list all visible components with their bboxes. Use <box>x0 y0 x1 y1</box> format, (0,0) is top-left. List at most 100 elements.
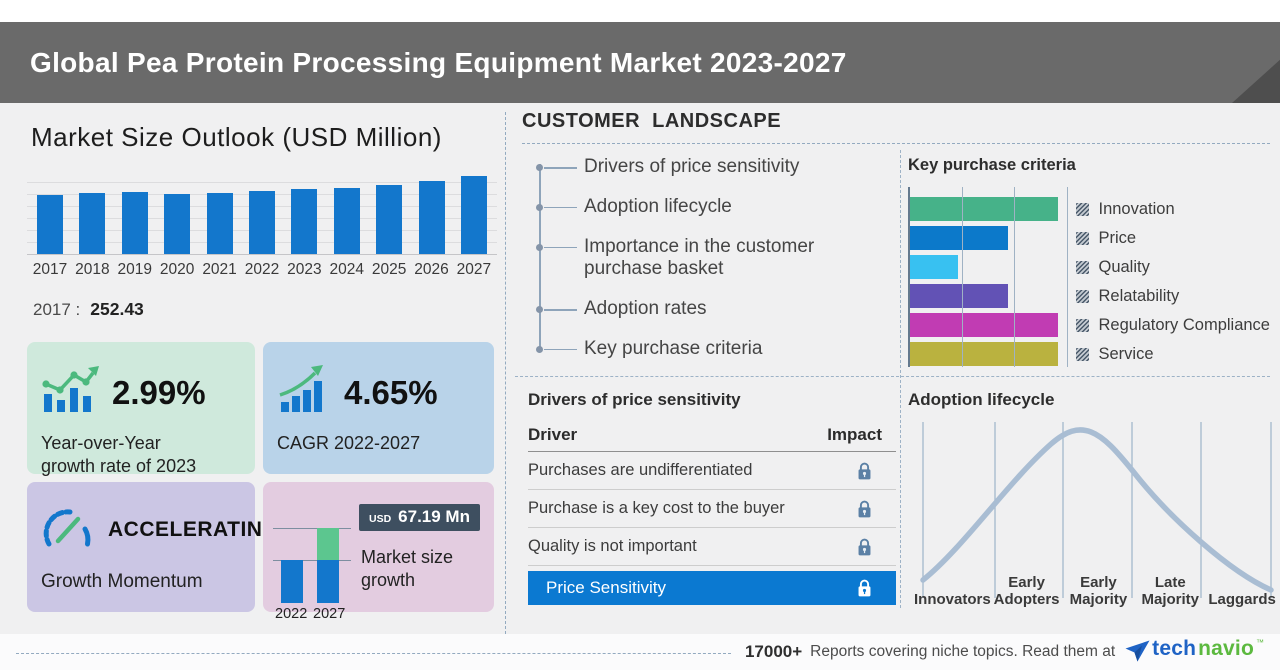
list-item: Importance in the customer purchase bask… <box>528 236 873 282</box>
growth-curve-icon <box>277 365 331 420</box>
criteria-bar-4 <box>908 313 1059 337</box>
year-label: 2026 <box>414 261 449 278</box>
year-label: 2022 <box>244 261 280 278</box>
mini-gridline <box>273 528 351 529</box>
bar-2021 <box>206 193 233 254</box>
price-sensitivity-row: Price Sensitivity <box>528 571 896 605</box>
chart-gridline <box>962 187 963 367</box>
criteria-bar-2 <box>908 255 959 279</box>
segment-label-line: Early <box>1008 573 1045 591</box>
drivers-table-header: Driver Impact <box>528 425 896 452</box>
year-label: 2018 <box>75 261 110 278</box>
legend-label: Quality <box>1098 257 1150 276</box>
chart-gridline <box>1014 187 1015 367</box>
base-year-value: 252.43 <box>90 299 144 319</box>
lock-icon <box>832 538 896 556</box>
bar-2025 <box>376 185 403 254</box>
bar-chart-plot <box>27 171 497 255</box>
legend-item: Relatability <box>1076 284 1270 308</box>
year-label: 2027 <box>456 261 492 278</box>
adoption-segment-labels: Innovators Early Adopters Early Majority Late… <box>914 574 1278 609</box>
customer-landscape-title: CUSTOMER LANDSCAPE <box>522 110 1270 144</box>
technavio-logo: tech navio ™ <box>1125 637 1264 667</box>
growth-amount: 67.19 Mn <box>398 507 470 526</box>
criteria-bar-3 <box>908 284 1009 308</box>
list-item: Adoption rates <box>528 298 873 321</box>
footer-text: Reports covering niche topics. Read them… <box>810 643 1116 660</box>
lock-icon <box>832 462 896 480</box>
segment-label-line: Majority <box>1141 590 1200 608</box>
driver-label: Purchase is a key cost to the buyer <box>528 499 785 517</box>
segment-label-line: Late <box>1154 573 1186 591</box>
bar-2017 <box>37 195 63 254</box>
year-label: 2017 <box>32 261 68 278</box>
segment-label-line: Early <box>1080 573 1117 591</box>
legend-item: Regulatory Compliance <box>1076 313 1270 337</box>
market-size-title: Market Size Outlook (USD Million) <box>31 122 442 152</box>
legend-item: Quality <box>1076 255 1270 279</box>
legend-label: Price <box>1098 228 1137 247</box>
legend-item: Innovation <box>1076 197 1270 221</box>
legend-label: Regulatory Compliance <box>1098 315 1270 334</box>
driver-label: Purchases are undifferentiated <box>528 461 753 479</box>
momentum-value: ACCELERATING <box>108 517 280 541</box>
market-size-bar-chart: 2017 2018 2019 2020 2021 2022 2023 2024 2025 2026… <box>27 171 497 279</box>
segment-label-line: Majority <box>1069 590 1128 608</box>
segment-label: Early Adopters <box>991 574 1063 609</box>
cagr-caption: CAGR 2022-2027 <box>277 433 421 453</box>
bar-2019 <box>121 192 148 254</box>
yoy-growth-card: 2.99% Year-over-Year growth rate of 2023 <box>27 342 255 476</box>
year-label: 2021 <box>202 261 237 278</box>
hatched-swatch-icon <box>1076 260 1090 274</box>
year-label: 2024 <box>329 261 364 278</box>
mini-bar-2027-growth <box>317 528 339 560</box>
criteria-bar-0 <box>908 197 1059 221</box>
segment-label: Early Majority <box>1063 574 1135 609</box>
driver-column-header: Driver <box>528 425 578 444</box>
bar-2023 <box>291 189 318 254</box>
criteria-bar-1 <box>908 226 1009 250</box>
speedometer-icon <box>41 505 95 554</box>
bar-2018 <box>79 193 106 254</box>
bar-2022 <box>248 191 275 254</box>
stat-boxes: 2.99% Year-over-Year growth rate of 2023 <box>27 342 497 622</box>
bar-2024 <box>333 188 360 254</box>
footer-dashed-line <box>16 652 731 654</box>
adoption-curve-chart: Innovators Early Adopters Early Majority Late… <box>908 420 1278 608</box>
hatched-swatch-icon <box>1076 202 1090 216</box>
cagr-card: 4.65% CAGR 2022-2027 <box>263 342 494 474</box>
table-row: Quality is not important <box>528 528 896 566</box>
title-bar: Global Pea Protein Processing Equipment … <box>0 22 1280 103</box>
mini-label-end: 2027 <box>313 606 346 622</box>
segment-label: Innovators <box>914 574 991 609</box>
growth-caption: Market size growth <box>361 547 454 590</box>
bar-2027 <box>460 176 487 254</box>
table-row: Purchases are undifferentiated <box>528 452 896 490</box>
base-year-label: 2017 : <box>33 300 81 319</box>
legend-label: Relatability <box>1098 286 1180 305</box>
driver-label: Quality is not important <box>528 537 697 555</box>
year-label: 2025 <box>371 261 407 278</box>
mini-bar-2022 <box>281 560 303 603</box>
growth-amount-badge: USD 67.19 Mn <box>359 504 480 531</box>
trademark-symbol: ™ <box>1256 638 1264 647</box>
lock-icon <box>832 500 896 518</box>
market-size-section: Market Size Outlook (USD Million) 2017 20… <box>27 110 497 622</box>
key-purchase-legend: Innovation Price Quality Relatability Regula… <box>1076 187 1270 371</box>
growth-mini-chart: 2022 2027 <box>273 500 359 622</box>
bar-chart-x-axis: 2017 2018 2019 2020 2021 2022 2023 2024 2025 2026… <box>27 261 497 279</box>
currency-label: USD <box>369 513 392 525</box>
year-label: 2023 <box>287 261 322 278</box>
segment-label-line: Laggards <box>1208 590 1276 608</box>
legend-label: Innovation <box>1098 199 1175 218</box>
page-title: Global Pea Protein Processing Equipment … <box>30 46 847 78</box>
brand-tech: tech <box>1152 637 1197 660</box>
key-purchase-chart <box>908 187 1068 367</box>
list-item: Adoption lifecycle <box>528 196 873 219</box>
hatched-swatch-icon <box>1076 289 1090 303</box>
hatched-swatch-icon <box>1076 231 1090 245</box>
impact-column-header: Impact <box>827 425 882 444</box>
chart-gridline <box>1067 187 1068 367</box>
year-label: 2019 <box>117 261 153 278</box>
hatched-swatch-icon <box>1076 318 1090 332</box>
